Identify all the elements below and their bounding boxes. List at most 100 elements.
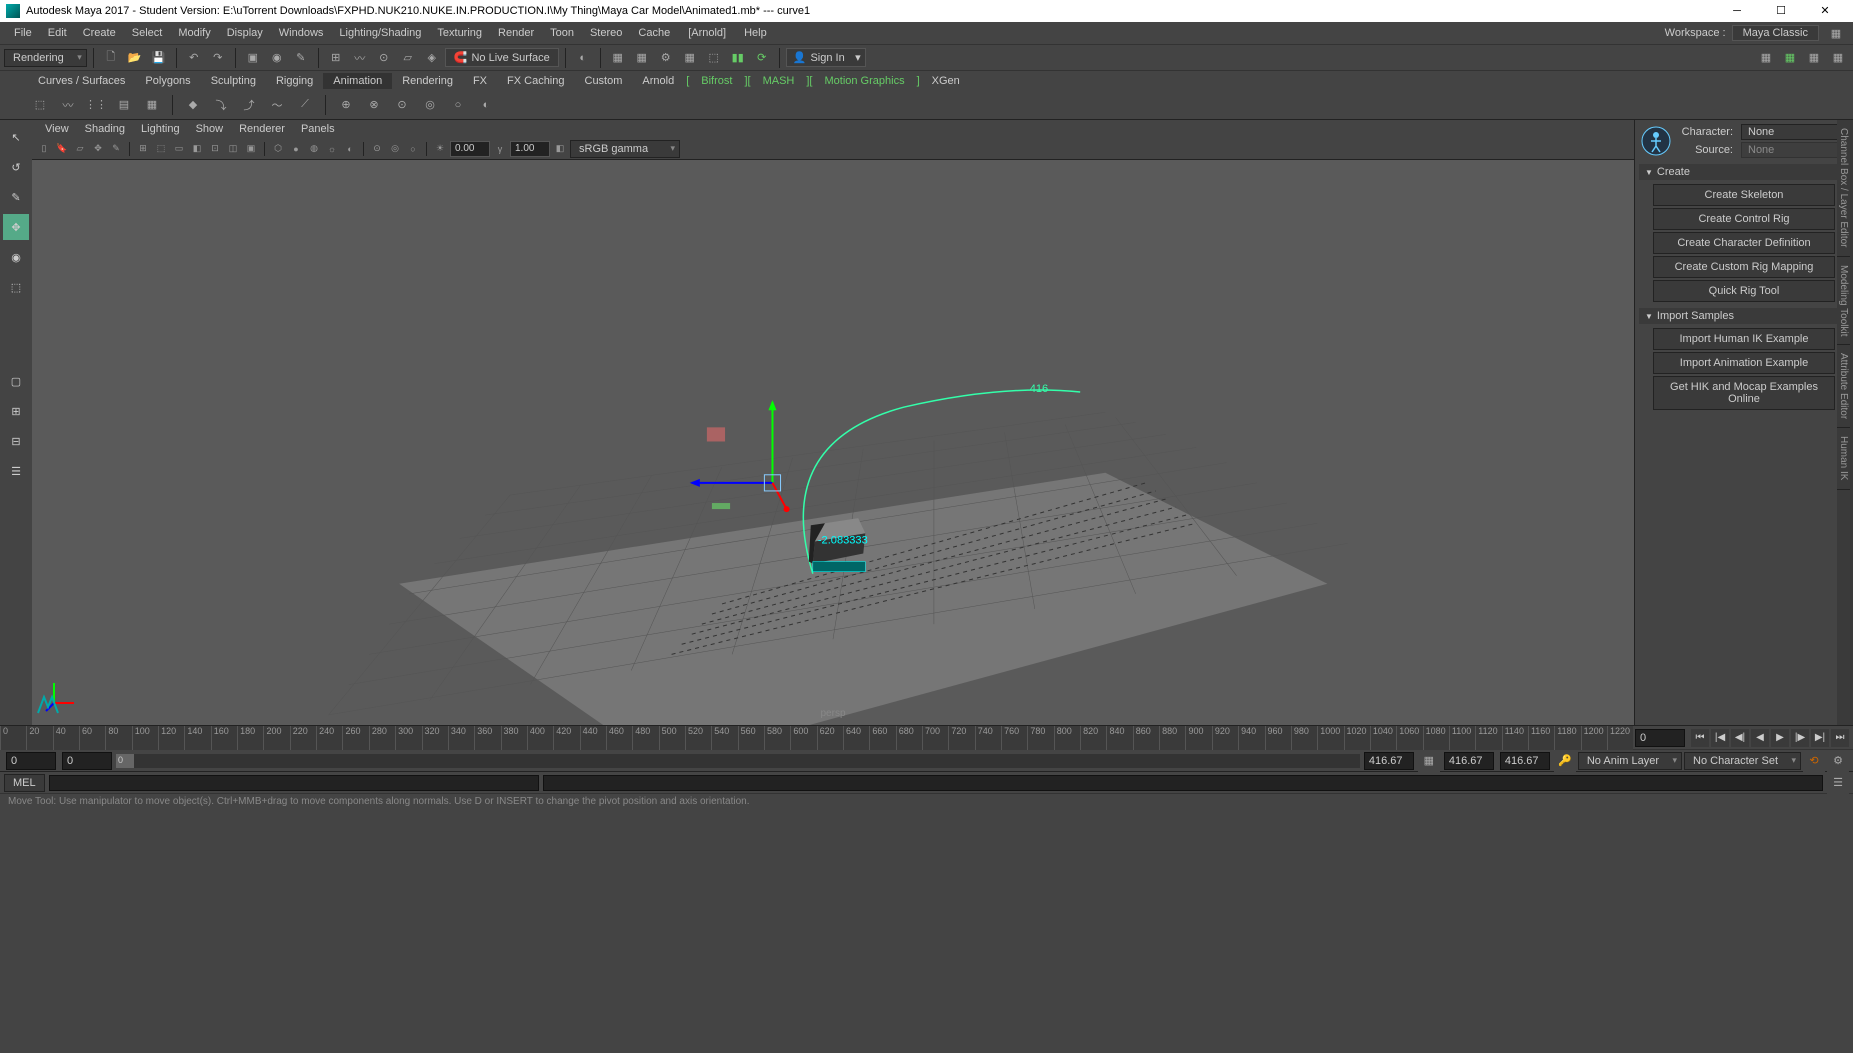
go-start-button[interactable]: ⏮ bbox=[1691, 729, 1709, 747]
vp-2d-pan-icon[interactable]: ✥ bbox=[90, 141, 106, 157]
ipr-pause-icon[interactable]: ▮▮ bbox=[727, 47, 749, 69]
tab-custom[interactable]: Custom bbox=[575, 73, 633, 89]
tab-arnold[interactable]: Arnold bbox=[632, 73, 684, 89]
sidebar-toggle-4-icon[interactable]: ▦ bbox=[1827, 47, 1849, 69]
menu-cache[interactable]: Cache bbox=[630, 25, 678, 41]
ipr-refresh-icon[interactable]: ⟳ bbox=[751, 47, 773, 69]
select-tool[interactable]: ↖ bbox=[3, 124, 29, 150]
auto-key-icon[interactable]: 🔑 bbox=[1554, 750, 1576, 772]
vp-bookmark-icon[interactable]: 🔖 bbox=[54, 141, 70, 157]
open-scene-icon[interactable]: 📂 bbox=[124, 47, 146, 69]
range-lock-icon[interactable]: ▦ bbox=[1418, 750, 1440, 772]
vp-menu-renderer[interactable]: Renderer bbox=[232, 122, 292, 136]
rotate-tool[interactable]: ◉ bbox=[3, 244, 29, 270]
range-end-field[interactable] bbox=[1444, 752, 1494, 770]
sidebar-toggle-3-icon[interactable]: ▦ bbox=[1803, 47, 1825, 69]
anim-layer-dropdown[interactable]: No Anim Layer bbox=[1578, 752, 1682, 770]
shelf-constraint5-icon[interactable]: ○ bbox=[446, 93, 470, 117]
import-section-header[interactable]: Import Samples bbox=[1639, 308, 1849, 324]
menu-file[interactable]: File bbox=[6, 25, 40, 41]
layout-four-icon[interactable]: ⊞ bbox=[3, 398, 29, 424]
command-language-label[interactable]: MEL bbox=[4, 774, 45, 792]
btn-importhumanikexample[interactable]: Import Human IK Example bbox=[1653, 328, 1835, 350]
menu-toon[interactable]: Toon bbox=[542, 25, 582, 41]
tab-xgen[interactable]: XGen bbox=[922, 73, 970, 89]
vp-menu-lighting[interactable]: Lighting bbox=[134, 122, 187, 136]
btn-createskeleton[interactable]: Create Skeleton bbox=[1653, 184, 1835, 206]
snap-point-icon[interactable]: ⊙ bbox=[373, 47, 395, 69]
snap-plane-icon[interactable]: ▱ bbox=[397, 47, 419, 69]
lasso-tool[interactable]: ↺ bbox=[3, 154, 29, 180]
vp-camera-select-icon[interactable]: ▯ bbox=[36, 141, 52, 157]
character-set-dropdown[interactable]: No Character Set bbox=[1684, 752, 1801, 770]
shelf-dope-icon[interactable]: ⋮⋮ bbox=[84, 93, 108, 117]
range-end2-field[interactable] bbox=[1500, 752, 1550, 770]
btn-createcustomrigmapping[interactable]: Create Custom Rig Mapping bbox=[1653, 256, 1835, 278]
vp-xray-icon[interactable]: ◎ bbox=[387, 141, 403, 157]
shelf-constraint6-icon[interactable]: ◐ bbox=[474, 93, 498, 117]
shelf-tangent-icon[interactable]: ⤵ bbox=[209, 93, 233, 117]
shelf-trax-icon[interactable]: ▤ bbox=[112, 93, 136, 117]
tab-polygons[interactable]: Polygons bbox=[135, 73, 200, 89]
lasso-select-icon[interactable]: ◉ bbox=[266, 47, 288, 69]
shelf-tangent2-icon[interactable]: ⤴ bbox=[237, 93, 261, 117]
vp-xray-joints-icon[interactable]: ○ bbox=[405, 141, 421, 157]
vp-safe-action-icon[interactable]: ◫ bbox=[225, 141, 241, 157]
step-back-key-button[interactable]: |◀ bbox=[1711, 729, 1729, 747]
go-end-button[interactable]: ⏭ bbox=[1831, 729, 1849, 747]
shelf-clip-icon[interactable]: ▦ bbox=[140, 93, 164, 117]
playback-end-field[interactable] bbox=[1364, 752, 1414, 770]
menu-modify[interactable]: Modify bbox=[170, 25, 218, 41]
shelf-tangent3-icon[interactable]: 〜 bbox=[265, 93, 289, 117]
workspace-dropdown[interactable]: Maya Classic bbox=[1732, 25, 1819, 41]
save-scene-icon[interactable]: 💾 bbox=[148, 47, 170, 69]
vtab-modeling-toolkit[interactable]: Modeling Toolkit bbox=[1837, 257, 1850, 346]
vp-film-gate-icon[interactable]: ⬚ bbox=[153, 141, 169, 157]
vp-gamma-field[interactable] bbox=[510, 141, 550, 157]
move-tool[interactable]: ✥ bbox=[3, 214, 29, 240]
vp-isolate-icon[interactable]: ⊙ bbox=[369, 141, 385, 157]
play-back-button[interactable]: ◀ bbox=[1751, 729, 1769, 747]
range-slider[interactable]: 0 bbox=[116, 754, 1360, 768]
tab-fx[interactable]: FX bbox=[463, 73, 497, 89]
layout-single-icon[interactable]: ▢ bbox=[3, 368, 29, 394]
vp-view-transform-icon[interactable]: ◧ bbox=[552, 141, 568, 157]
paint-tool[interactable]: ✎ bbox=[3, 184, 29, 210]
tab-mash[interactable]: MASH bbox=[753, 73, 805, 89]
module-selector[interactable]: Rendering bbox=[4, 49, 87, 67]
sidebar-toggle-1-icon[interactable]: ▦ bbox=[1755, 47, 1777, 69]
sync-icon[interactable]: ⟲ bbox=[1803, 750, 1825, 772]
menu-display[interactable]: Display bbox=[219, 25, 271, 41]
playback-prefs-icon[interactable]: ⚙ bbox=[1827, 750, 1849, 772]
history-toggle-icon[interactable]: ◐ bbox=[572, 47, 594, 69]
vp-exposure-field[interactable] bbox=[450, 141, 490, 157]
step-forward-key-button[interactable]: ▶| bbox=[1811, 729, 1829, 747]
new-scene-icon[interactable]: 🗋 bbox=[100, 47, 122, 69]
vp-image-plane-icon[interactable]: ▱ bbox=[72, 141, 88, 157]
snap-curve-icon[interactable]: 〰 bbox=[349, 47, 371, 69]
layout-outliner-icon[interactable]: ☰ bbox=[3, 458, 29, 484]
close-button[interactable]: ✕ bbox=[1803, 0, 1847, 22]
tab-rigging[interactable]: Rigging bbox=[266, 73, 323, 89]
tab-rendering[interactable]: Rendering bbox=[392, 73, 463, 89]
shelf-tangent4-icon[interactable]: ⟋ bbox=[293, 93, 317, 117]
btn-createcontrolrig[interactable]: Create Control Rig bbox=[1653, 208, 1835, 230]
character-dropdown[interactable]: None bbox=[1741, 124, 1849, 140]
render-globals-icon[interactable]: ▦ bbox=[679, 47, 701, 69]
render-settings-icon[interactable]: ⚙ bbox=[655, 47, 677, 69]
menu-stereo[interactable]: Stereo bbox=[582, 25, 630, 41]
menu-texturing[interactable]: Texturing bbox=[429, 25, 490, 41]
vp-gate-mask-icon[interactable]: ◧ bbox=[189, 141, 205, 157]
shelf-constraint3-icon[interactable]: ⊙ bbox=[390, 93, 414, 117]
vp-colorspace-dropdown[interactable]: sRGB gamma bbox=[570, 140, 680, 158]
vp-resolution-gate-icon[interactable]: ▭ bbox=[171, 141, 187, 157]
snap-live-icon[interactable]: ◈ bbox=[421, 47, 443, 69]
time-slider[interactable]: 0204060801001201401601802002202402602803… bbox=[0, 725, 1853, 749]
redo-icon[interactable]: ↷ bbox=[207, 47, 229, 69]
sidebar-toggle-2-icon[interactable]: ▦ bbox=[1779, 47, 1801, 69]
btn-createcharacterdefinition[interactable]: Create Character Definition bbox=[1653, 232, 1835, 254]
render-region-icon[interactable]: ⬚ bbox=[703, 47, 725, 69]
vp-shaded-icon[interactable]: ● bbox=[288, 141, 304, 157]
move-manipulator[interactable] bbox=[690, 400, 790, 512]
step-back-button[interactable]: ◀| bbox=[1731, 729, 1749, 747]
